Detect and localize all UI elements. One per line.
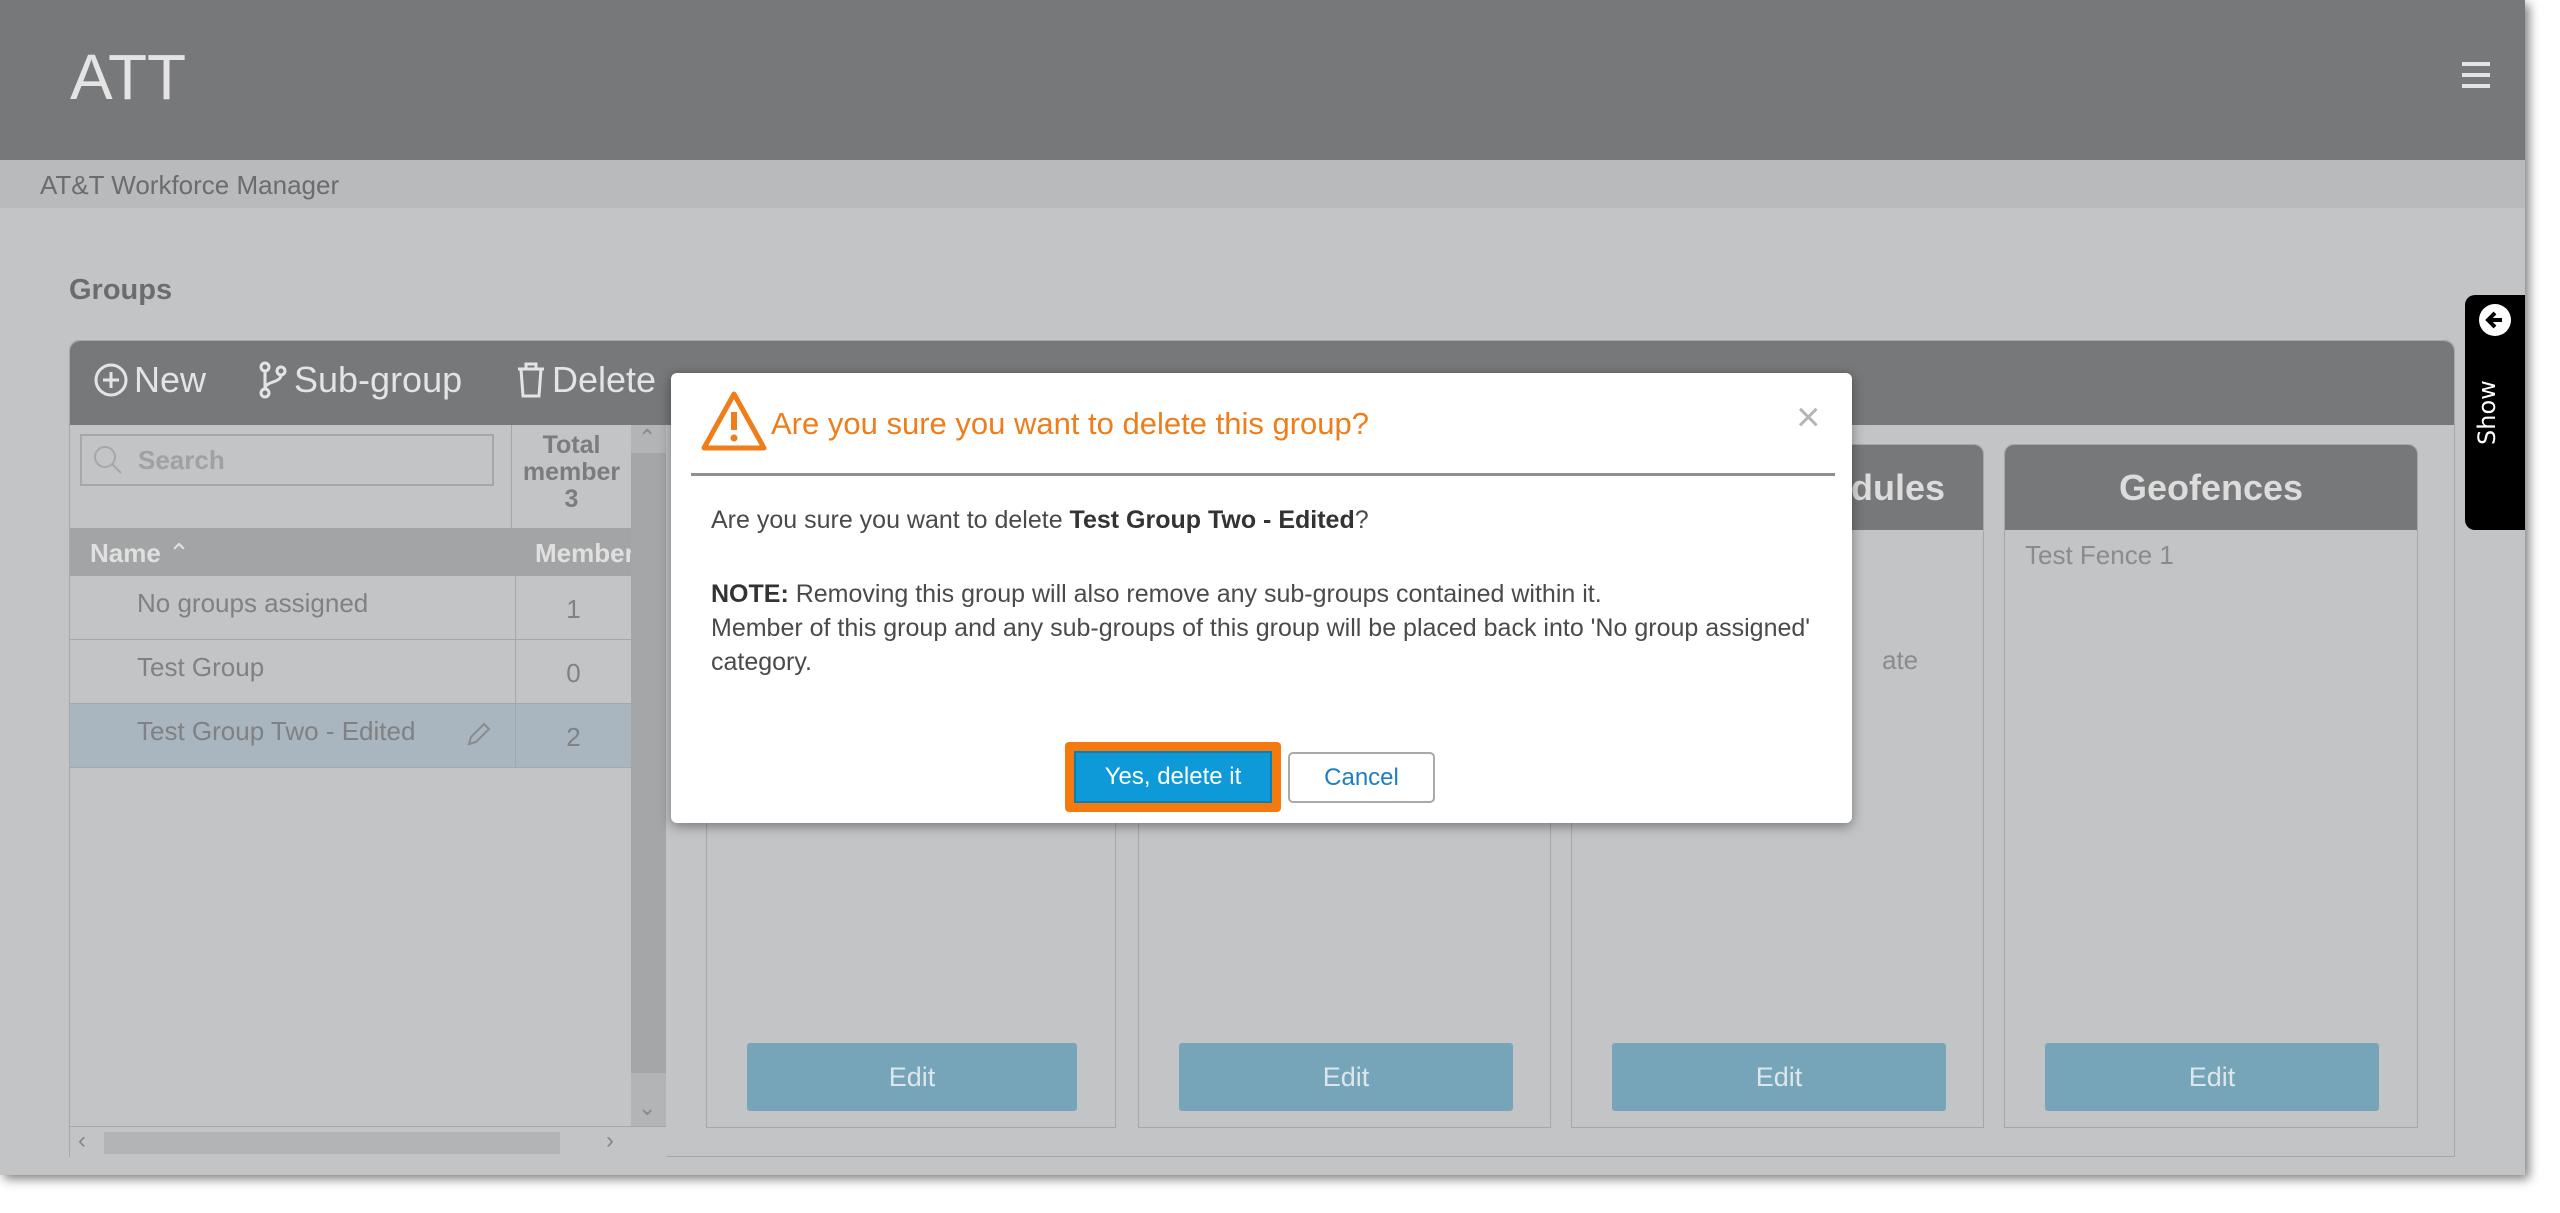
row-name: Test Group: [137, 652, 265, 682]
horizontal-scrollbar-thumb[interactable]: [104, 1132, 560, 1154]
row-count: 0: [515, 640, 631, 703]
plus-circle-icon: [94, 363, 128, 397]
row-count: 2: [515, 704, 631, 767]
warning-icon: [701, 391, 767, 451]
total-label: Total member: [522, 431, 621, 486]
show-label: Show: [2473, 380, 2501, 445]
new-label: New: [134, 359, 207, 400]
divider: [691, 473, 1835, 476]
dialog-title: Are you sure you want to delete this gro…: [771, 406, 1369, 441]
card-title: Geofences: [2005, 445, 2417, 530]
row-name: Test Group Two - Edited: [137, 716, 416, 746]
subgroup-label: Sub-group: [294, 359, 463, 400]
trash-icon: [518, 362, 544, 398]
group-list: Search Total member 3 Name ⌃ Member No gr…: [70, 425, 666, 1158]
question-prefix: Are you sure you want to delete: [711, 506, 1070, 534]
dialog-question: Are you sure you want to delete Test Gro…: [711, 503, 1811, 537]
member-column-header[interactable]: Member: [535, 538, 635, 569]
delete-button[interactable]: Delete: [516, 359, 656, 401]
card-item: Test Fence 1: [2025, 540, 2174, 570]
hamburger-icon[interactable]: [2462, 62, 2490, 88]
edit-button[interactable]: Edit: [2045, 1043, 2379, 1111]
search-icon: [94, 446, 122, 474]
delete-confirm-dialog: Are you sure you want to delete this gro…: [671, 373, 1852, 823]
search-input[interactable]: Search: [80, 434, 494, 486]
edit-button[interactable]: Edit: [1179, 1043, 1513, 1111]
scroll-left-icon[interactable]: ‹: [78, 1127, 86, 1155]
new-button[interactable]: New: [94, 359, 206, 401]
dialog-body: Are you sure you want to delete Test Gro…: [711, 503, 1811, 679]
dialog-note: NOTE: Removing this group will also remo…: [711, 577, 1811, 679]
scroll-down-icon[interactable]: ⌄: [638, 1095, 656, 1121]
sort-asc-icon: ⌃: [168, 538, 190, 568]
search-placeholder: Search: [138, 444, 225, 475]
table-row[interactable]: Test Group 0: [70, 640, 631, 704]
row-name: No groups assigned: [137, 588, 369, 618]
confirm-highlight: Yes, delete it: [1065, 742, 1281, 812]
group-name: Test Group Two - Edited: [1069, 506, 1355, 534]
cancel-button[interactable]: Cancel: [1288, 752, 1435, 803]
app-header: ATT: [0, 0, 2525, 160]
table-row-selected[interactable]: Test Group Two - Edited 2: [70, 704, 631, 768]
confirm-delete-button[interactable]: Yes, delete it: [1074, 751, 1272, 803]
row-count: 1: [515, 576, 631, 639]
scroll-up-icon[interactable]: ⌃: [638, 425, 656, 451]
note-label: NOTE:: [711, 580, 789, 608]
subheader-title: AT&T Workforce Manager: [40, 170, 340, 200]
branch-icon: [259, 361, 287, 399]
show-side-tab[interactable]: Show: [2465, 295, 2525, 530]
total-members: Total member 3: [511, 425, 631, 529]
card-item: ate: [1882, 645, 1919, 675]
app-title: ATT: [70, 41, 187, 113]
pencil-icon[interactable]: [465, 720, 493, 748]
vertical-scrollbar-thumb[interactable]: [631, 453, 666, 1073]
edit-button[interactable]: Edit: [1612, 1043, 1946, 1111]
total-value: 3: [564, 485, 579, 513]
question-suffix: ?: [1354, 506, 1369, 534]
name-header-label: Name: [90, 538, 161, 568]
delete-label: Delete: [552, 359, 657, 400]
card-geofences: Geofences Test Fence 1 Edit: [2004, 444, 2418, 1128]
scroll-right-icon[interactable]: ›: [606, 1127, 614, 1155]
note-line-2: Member of this group and any sub-groups …: [711, 614, 1811, 676]
subheader: AT&T Workforce Manager: [0, 160, 2525, 208]
close-icon[interactable]: ×: [1796, 393, 1821, 441]
name-column-header[interactable]: Name ⌃: [90, 538, 190, 569]
page-title: Groups: [69, 274, 173, 306]
horizontal-scrollbar[interactable]: ‹ ›: [70, 1126, 666, 1158]
column-header: Name ⌃ Member: [70, 528, 635, 576]
table-row[interactable]: No groups assigned 1: [70, 576, 631, 640]
edit-button[interactable]: Edit: [747, 1043, 1077, 1111]
arrow-left-circle-icon: [2479, 304, 2511, 336]
subgroup-button[interactable]: Sub-group: [258, 359, 462, 401]
note-line-1: Removing this group will also remove any…: [788, 580, 1602, 608]
